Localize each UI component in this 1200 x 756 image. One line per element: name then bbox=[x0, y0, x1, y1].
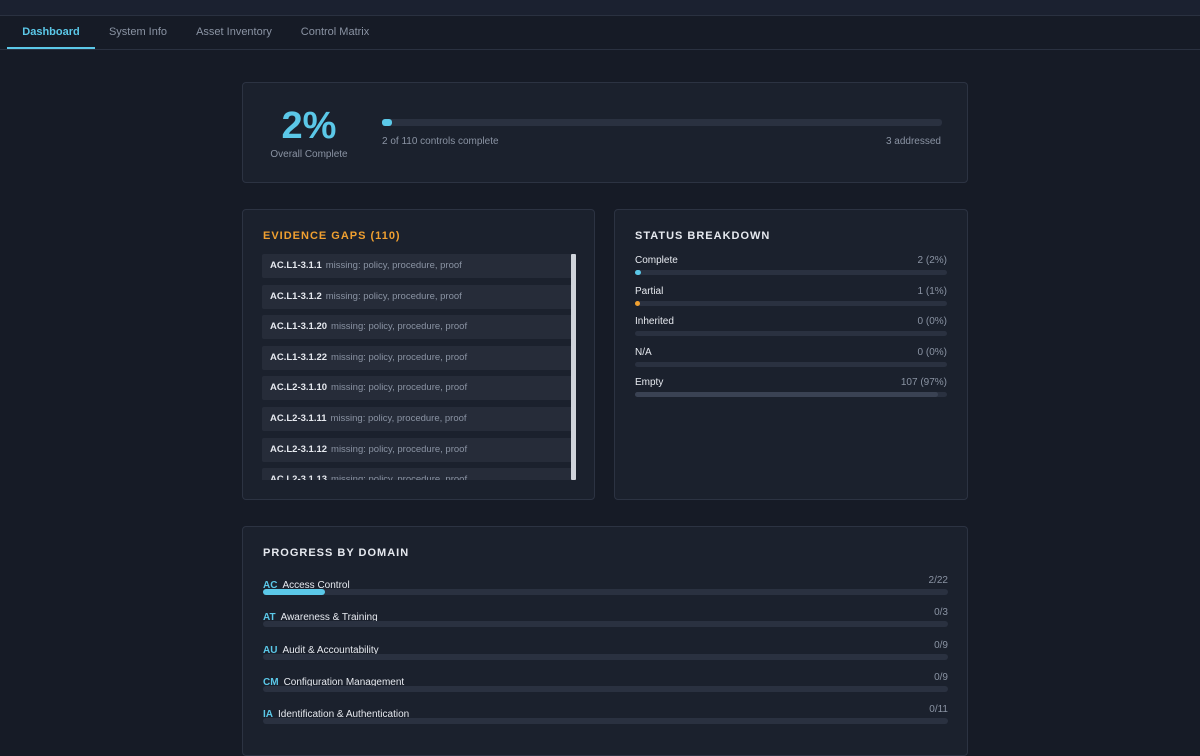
domain-count: 2/22 bbox=[928, 575, 948, 586]
gap-missing-text: missing: policy, procedure, proof bbox=[331, 474, 468, 480]
tab-control-matrix[interactable]: Control Matrix bbox=[292, 16, 378, 49]
status-label: Empty bbox=[635, 377, 664, 389]
domain-bar-track bbox=[263, 621, 948, 628]
overall-progress-track bbox=[382, 119, 942, 126]
domain-count: 0/11 bbox=[929, 704, 948, 716]
status-bar-fill bbox=[635, 270, 642, 275]
status-value: 0 (0%) bbox=[917, 316, 947, 328]
domain-row-at: AT Awareness & Training 0/3 bbox=[263, 607, 948, 635]
status-label: N/A bbox=[635, 346, 652, 358]
domain-row-ac: AC Access Control 2/22 bbox=[263, 575, 948, 603]
evidence-gaps-card: EVIDENCE GAPS (110) AC.L1-3.1.1 missing: … bbox=[242, 209, 595, 500]
addressed-count: 3 addressed bbox=[885, 136, 941, 147]
domain-bar-track bbox=[263, 653, 948, 660]
domain-row-au: AU Audit & Accountability 0/9 bbox=[263, 640, 948, 668]
status-bar-track bbox=[635, 392, 947, 398]
evidence-gap-item[interactable]: AC.L1-3.1.22 missing: policy, procedure, … bbox=[262, 345, 576, 370]
gap-control-id: AC.L1-3.1.20 bbox=[270, 321, 328, 333]
tab-dashboard[interactable]: Dashboard bbox=[7, 16, 95, 49]
status-bar-track bbox=[635, 300, 947, 306]
status-breakdown-card: STATUS BREAKDOWN Complete 2 (2%) Partial 1 … bbox=[614, 209, 968, 500]
domain-bar-track bbox=[263, 718, 948, 725]
status-row-inherited: Inherited 0 (0%) bbox=[635, 316, 947, 346]
evidence-gap-item[interactable]: AC.L2-3.1.11 missing: policy, procedure, … bbox=[262, 406, 576, 431]
domain-count: 0/3 bbox=[934, 607, 948, 619]
status-label: Partial bbox=[635, 285, 664, 297]
status-row-complete: Complete 2 (2%) bbox=[635, 255, 947, 285]
gap-missing-text: missing: policy, procedure, proof bbox=[331, 443, 468, 455]
gap-control-id: AC.L1-3.1.22 bbox=[270, 351, 328, 363]
evidence-gap-item[interactable]: AC.L1-3.1.20 missing: policy, procedure, … bbox=[262, 315, 576, 340]
status-label: Complete bbox=[635, 255, 678, 266]
evidence-gaps-title: EVIDENCE GAPS (110) bbox=[263, 230, 401, 242]
gap-missing-text: missing: policy, procedure, proof bbox=[331, 382, 468, 394]
evidence-gap-item[interactable]: AC.L2-3.1.10 missing: policy, procedure, … bbox=[262, 376, 576, 401]
overall-progress-fill bbox=[382, 119, 393, 126]
tab-system-info[interactable]: System Info bbox=[100, 16, 176, 49]
domain-bar-track bbox=[263, 685, 948, 692]
status-value: 0 (0%) bbox=[917, 346, 947, 358]
gap-missing-text: missing: policy, procedure, proof bbox=[331, 321, 468, 333]
domain-bar-fill bbox=[263, 589, 325, 595]
gaps-scrollbar[interactable] bbox=[571, 254, 576, 480]
domain-count: 0/9 bbox=[934, 671, 948, 683]
status-value: 107 (97%) bbox=[900, 377, 947, 389]
tab-bar: Dashboard System Info Asset Inventory Co… bbox=[0, 16, 1200, 50]
status-bar-fill bbox=[635, 300, 640, 306]
status-value: 2 (2%) bbox=[917, 255, 947, 266]
top-bar bbox=[0, 0, 1200, 16]
evidence-gap-item[interactable]: AC.L2-3.1.12 missing: policy, procedure, … bbox=[262, 437, 576, 462]
overall-label: Overall Complete bbox=[270, 149, 348, 160]
evidence-gap-item[interactable]: AC.L1-3.1.1 missing: policy, procedure, p… bbox=[262, 254, 576, 278]
overall-percent: 2% bbox=[281, 105, 337, 147]
gap-control-id: AC.L1-3.1.2 bbox=[270, 290, 322, 302]
gap-missing-text: missing: policy, procedure, proof bbox=[325, 260, 462, 271]
evidence-gap-item[interactable]: AC.L2-3.1.13 missing: policy, procedure, … bbox=[262, 468, 576, 480]
domain-row-cm: CM Configuration Management 0/9 bbox=[263, 672, 948, 700]
status-bar-track bbox=[635, 270, 947, 275]
status-row-na: N/A 0 (0%) bbox=[635, 347, 947, 377]
domain-progress-title: PROGRESS BY DOMAIN bbox=[263, 547, 410, 559]
domain-bar-track bbox=[263, 589, 948, 595]
gap-missing-text: missing: policy, procedure, proof bbox=[331, 351, 468, 363]
status-bar-fill bbox=[635, 392, 938, 398]
status-value: 1 (1%) bbox=[917, 285, 947, 297]
controls-summary: 2 of 110 controls complete bbox=[382, 136, 499, 147]
gap-control-id: AC.L2-3.1.12 bbox=[270, 443, 328, 455]
gap-control-id: AC.L2-3.1.10 bbox=[270, 382, 328, 394]
status-row-empty: Empty 107 (97%) bbox=[635, 377, 947, 407]
domain-progress-card: PROGRESS BY DOMAIN AC Access Control 2/22 A… bbox=[242, 526, 968, 756]
gap-control-id: AC.L2-3.1.13 bbox=[270, 474, 328, 480]
status-bar-track bbox=[635, 331, 947, 337]
tab-asset-inventory[interactable]: Asset Inventory bbox=[186, 16, 282, 49]
domain-count: 0/9 bbox=[934, 639, 948, 651]
evidence-gap-item[interactable]: AC.L1-3.1.2 missing: policy, procedure, p… bbox=[262, 284, 576, 309]
evidence-gaps-list[interactable]: AC.L1-3.1.1 missing: policy, procedure, p… bbox=[262, 254, 576, 480]
domain-row-ia: IA Identification & Authentication 0/11 bbox=[263, 704, 948, 732]
overall-progress-card: 2% Overall Complete 2 of 110 controls co… bbox=[242, 82, 968, 183]
status-bar-track bbox=[635, 361, 947, 367]
status-label: Inherited bbox=[635, 316, 674, 328]
status-breakdown-title: STATUS BREAKDOWN bbox=[635, 230, 771, 242]
status-row-partial: Partial 1 (1%) bbox=[635, 286, 947, 316]
gap-control-id: AC.L1-3.1.1 bbox=[270, 260, 322, 271]
gap-missing-text: missing: policy, procedure, proof bbox=[325, 290, 462, 302]
gap-control-id: AC.L2-3.1.11 bbox=[270, 412, 327, 424]
gap-missing-text: missing: policy, procedure, proof bbox=[330, 412, 467, 424]
